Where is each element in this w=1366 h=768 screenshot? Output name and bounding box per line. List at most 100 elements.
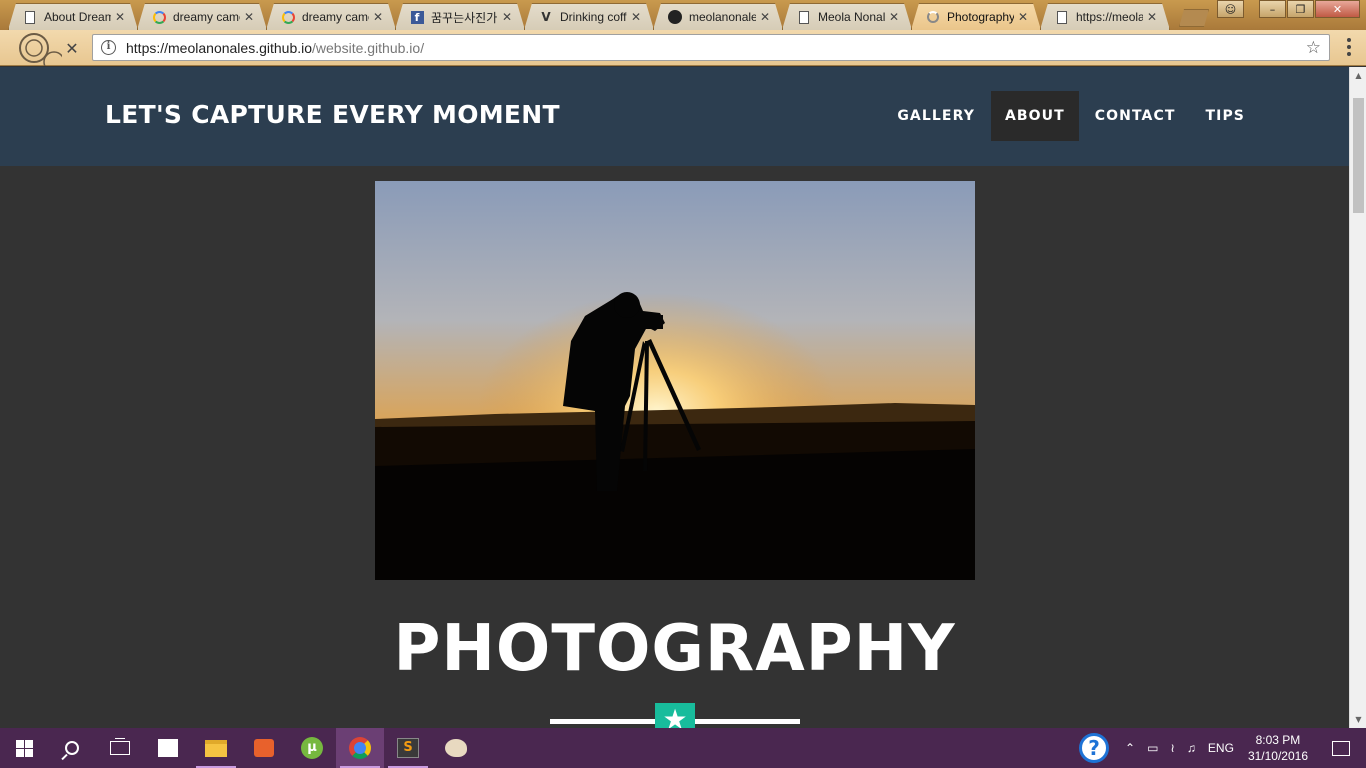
- facebook-icon: f: [410, 10, 424, 24]
- scrollbar-thumb[interactable]: [1353, 98, 1364, 213]
- wifi-icon[interactable]: ≀: [1170, 741, 1175, 755]
- browser-title-bar: About Dream ✕ dreamy came ✕ dreamy came ✕ f 꿈꾸는…: [0, 0, 1366, 30]
- browser-tab[interactable]: f 꿈꾸는사진가 ✕: [395, 3, 525, 30]
- store-app[interactable]: [144, 728, 192, 768]
- store-icon: [158, 739, 178, 757]
- google-icon: [152, 10, 166, 24]
- search-icon: [65, 741, 79, 755]
- page-heading: PHOTOGRAPHY: [393, 612, 956, 686]
- clock[interactable]: 8:03 PM 31/10/2016: [1248, 732, 1308, 764]
- battery-icon[interactable]: ▭: [1147, 741, 1158, 755]
- task-view-button[interactable]: [96, 728, 144, 768]
- clock-time: 8:03 PM: [1255, 733, 1301, 747]
- tab-close-icon[interactable]: ✕: [1018, 10, 1030, 24]
- tab-title: dreamy came: [173, 10, 240, 24]
- tab-title: Meola Nonal: [818, 10, 885, 24]
- browser-tab[interactable]: Photography ✕: [911, 3, 1041, 30]
- page-icon: [23, 10, 37, 24]
- tab-close-icon[interactable]: ✕: [115, 10, 127, 24]
- google-icon: [281, 10, 295, 24]
- system-tray: ? ⌃ ▭ ≀ ♫ ENG 8:03 PM 31/10/2016: [1079, 728, 1366, 768]
- star-divider: ★: [550, 703, 800, 728]
- address-bar[interactable]: i https://meolanonales.github.io/website…: [92, 34, 1330, 61]
- windows-taskbar: µ S ? ⌃ ▭ ≀ ♫ ENG 8:03 PM 31/10/2016: [0, 728, 1366, 768]
- help-icon[interactable]: ?: [1079, 733, 1110, 763]
- site-brand[interactable]: LET'S CAPTURE EVERY MOMENT: [105, 100, 560, 129]
- browser-menu-icon[interactable]: [1342, 38, 1356, 56]
- browser-tab[interactable]: Meola Nonal ✕: [782, 3, 912, 30]
- browser-tab[interactable]: dreamy came ✕: [266, 3, 396, 30]
- task-view-icon: [110, 738, 130, 755]
- volume-icon[interactable]: ♫: [1187, 741, 1196, 755]
- browser-toolbar: ✕ i https://meolanonales.github.io/websi…: [0, 30, 1366, 66]
- tab-title: https://meola: [1076, 10, 1143, 24]
- page-scrollbar[interactable]: ▲ ▼: [1349, 67, 1366, 728]
- bookmark-star-icon[interactable]: ☆: [1306, 38, 1321, 58]
- start-button[interactable]: [0, 728, 48, 768]
- tab-close-icon[interactable]: ✕: [1147, 10, 1159, 24]
- theme-decoration-icon: [19, 33, 62, 66]
- media-player-icon: [254, 739, 274, 757]
- folder-icon: [205, 739, 227, 757]
- page-icon: [1055, 10, 1069, 24]
- url-path: /website.github.io/: [312, 39, 425, 56]
- nav-link-contact[interactable]: CONTACT: [1081, 91, 1190, 141]
- hero-image: [375, 181, 975, 580]
- close-window-button[interactable]: ✕: [1315, 0, 1360, 18]
- show-hidden-icons-chevron-icon[interactable]: ⌃: [1125, 741, 1135, 755]
- tab-title: 꿈꾸는사진가: [431, 10, 498, 25]
- paint-palette-icon: [445, 739, 467, 757]
- minimize-button[interactable]: –: [1259, 0, 1286, 18]
- divider-line-right: [695, 719, 800, 724]
- tab-title: dreamy came: [302, 10, 369, 24]
- browser-tab[interactable]: V Drinking coffe ✕: [524, 3, 654, 30]
- nav-link-about[interactable]: ABOUT: [990, 91, 1079, 141]
- new-tab-button[interactable]: [1179, 9, 1209, 27]
- stop-loading-icon[interactable]: ✕: [62, 38, 82, 58]
- tab-close-icon[interactable]: ✕: [244, 10, 256, 24]
- utorrent-app[interactable]: µ: [288, 728, 336, 768]
- vimeo-icon: V: [541, 10, 551, 24]
- site-nav-links: GALLERY ABOUT CONTACT TIPS: [881, 91, 1259, 141]
- scroll-down-arrow-icon[interactable]: ▼: [1350, 711, 1366, 728]
- url-host: https://meolanonales.github.io: [126, 39, 313, 56]
- browser-tab[interactable]: meolanonale ✕: [653, 3, 783, 30]
- tab-title: Drinking coffe: [560, 10, 627, 24]
- input-language[interactable]: ENG: [1208, 741, 1234, 755]
- tab-close-icon[interactable]: ✕: [760, 10, 772, 24]
- browser-tab[interactable]: https://meola ✕: [1040, 3, 1170, 30]
- tab-close-icon[interactable]: ✕: [502, 10, 514, 24]
- page-viewport: LET'S CAPTURE EVERY MOMENT GALLERY ABOUT C…: [0, 67, 1349, 728]
- profile-icon[interactable]: ☺: [1217, 0, 1244, 18]
- browser-tab[interactable]: About Dream ✕: [8, 3, 138, 30]
- paint-app[interactable]: [432, 728, 480, 768]
- window-controls: ☺ – ❐ ✕: [1216, 0, 1360, 18]
- site-info-icon[interactable]: i: [101, 40, 116, 55]
- tab-title: Photography: [947, 10, 1014, 24]
- file-explorer-app[interactable]: [192, 728, 240, 768]
- chrome-app[interactable]: [336, 728, 384, 768]
- media-player-app[interactable]: [240, 728, 288, 768]
- tab-title: About Dream: [44, 10, 111, 24]
- tab-title: meolanonale: [689, 10, 756, 24]
- tab-close-icon[interactable]: ✕: [889, 10, 901, 24]
- divider-line-left: [550, 719, 655, 724]
- star-icon: ★: [655, 703, 695, 728]
- scroll-up-arrow-icon[interactable]: ▲: [1350, 67, 1366, 84]
- sublime-text-app[interactable]: S: [384, 728, 432, 768]
- nav-link-gallery[interactable]: GALLERY: [883, 91, 989, 141]
- maximize-button[interactable]: ❐: [1287, 0, 1314, 18]
- windows-logo-icon: [15, 739, 33, 757]
- tab-close-icon[interactable]: ✕: [631, 10, 643, 24]
- loading-icon: [926, 10, 940, 24]
- clock-date: 31/10/2016: [1247, 749, 1308, 763]
- tab-strip: About Dream ✕ dreamy came ✕ dreamy came ✕ f 꿈꾸는…: [8, 3, 1209, 30]
- tab-close-icon[interactable]: ✕: [373, 10, 385, 24]
- site-navbar: LET'S CAPTURE EVERY MOMENT GALLERY ABOUT C…: [0, 67, 1349, 166]
- action-center-icon[interactable]: [1332, 740, 1350, 756]
- github-icon: [668, 10, 682, 24]
- nav-link-tips[interactable]: TIPS: [1191, 91, 1259, 141]
- search-button[interactable]: [48, 728, 96, 768]
- browser-tab[interactable]: dreamy came ✕: [137, 3, 267, 30]
- page-icon: [797, 10, 811, 24]
